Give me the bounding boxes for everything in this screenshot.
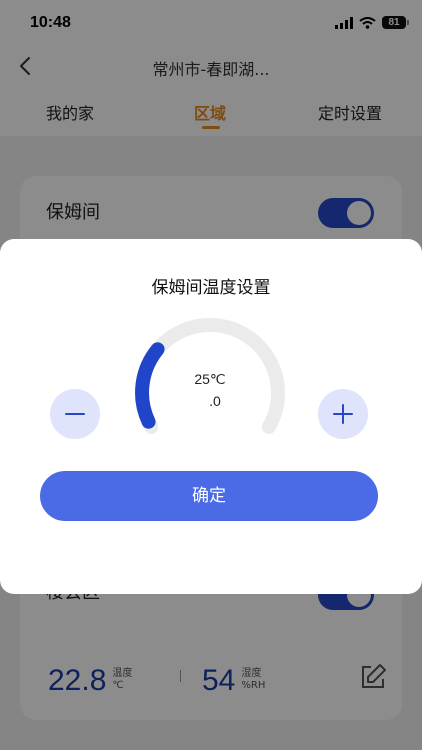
dialog-title: 保姆间温度设置 xyxy=(151,278,271,298)
gauge-progress xyxy=(135,342,165,429)
setpoint-value: 25℃ xyxy=(194,371,226,387)
increase-button[interactable] xyxy=(318,389,368,439)
minus-icon xyxy=(65,413,85,415)
plus-icon xyxy=(333,404,353,424)
confirm-button[interactable]: 确定 xyxy=(40,471,378,521)
temperature-dialog: 保姆间温度设置 25℃ .0 确定 xyxy=(0,239,422,594)
setpoint-decimal: .0 xyxy=(209,393,221,409)
decrease-button[interactable] xyxy=(50,389,100,439)
